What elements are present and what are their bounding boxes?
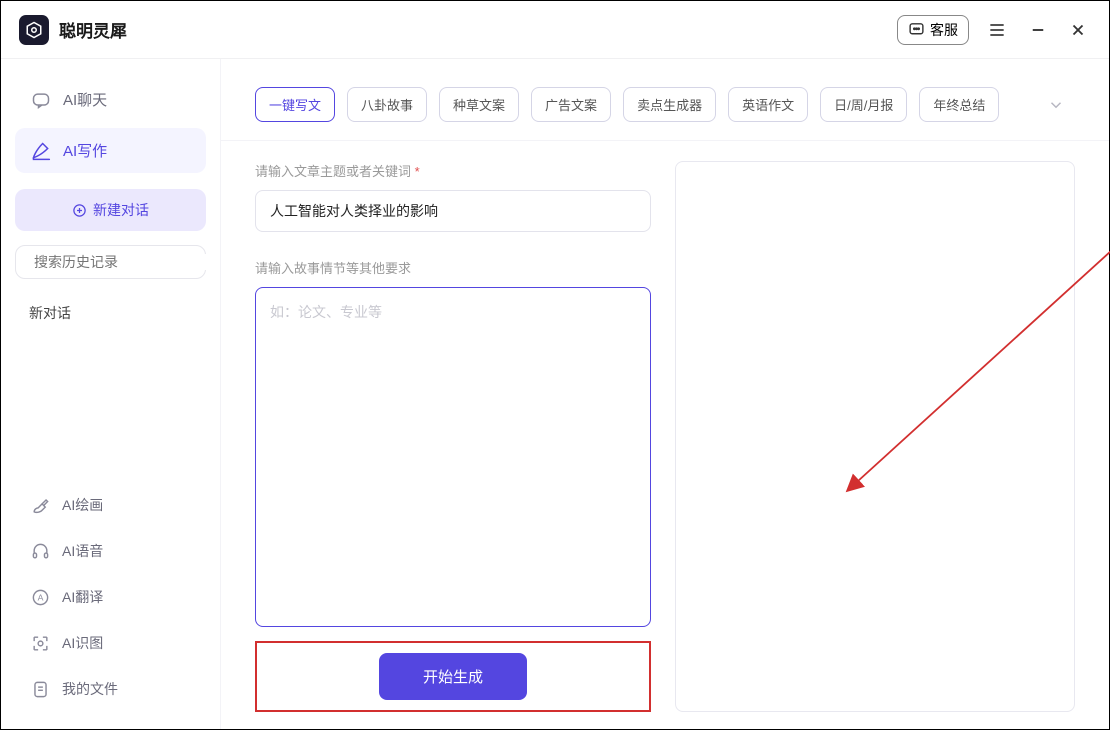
brush-icon <box>31 496 50 515</box>
svg-text:A: A <box>38 592 44 602</box>
topic-label: 请输入文章主题或者关键词 * <box>255 161 651 180</box>
image-search-icon <box>31 634 50 653</box>
sidebar-item-voice[interactable]: AI语音 <box>15 531 206 571</box>
sidebar-item-translate[interactable]: A AI翻译 <box>15 577 206 617</box>
content-area: 一键写文 八卦故事 种草文案 广告文案 卖点生成器 英语作文 日/周/月报 年终… <box>221 59 1109 729</box>
extra-label: 请输入故事情节等其他要求 <box>255 258 651 277</box>
tab-gossip-story[interactable]: 八卦故事 <box>347 87 427 122</box>
sidebar-item-label: AI聊天 <box>63 89 107 110</box>
extra-requirements-textarea[interactable] <box>255 287 651 627</box>
history-item-label: 新对话 <box>29 305 71 321</box>
pen-icon <box>31 141 51 161</box>
sidebar-item-ocr[interactable]: AI识图 <box>15 623 206 663</box>
sidebar-item-label: AI写作 <box>63 140 107 161</box>
sidebar-item-write[interactable]: AI写作 <box>15 128 206 173</box>
translate-icon: A <box>31 588 50 607</box>
tabs-expand-button[interactable] <box>1037 92 1075 118</box>
history-item[interactable]: 新对话 <box>1 293 220 333</box>
tab-one-click-write[interactable]: 一键写文 <box>255 87 335 122</box>
app-title: 聪明灵犀 <box>59 17 127 42</box>
sidebar-item-label: 我的文件 <box>62 679 118 699</box>
tab-report[interactable]: 日/周/月报 <box>820 87 907 122</box>
sidebar: AI聊天 AI写作 新建对话 新对话 AI绘画 AI语音 <box>1 59 221 729</box>
tab-year-summary[interactable]: 年终总结 <box>919 87 999 122</box>
output-panel <box>675 161 1075 712</box>
sidebar-item-label: AI识图 <box>62 633 103 653</box>
sidebar-item-chat[interactable]: AI聊天 <box>15 77 206 122</box>
chat-bubble-icon <box>908 21 925 38</box>
new-chat-label: 新建对话 <box>93 200 149 220</box>
menu-button[interactable] <box>983 16 1011 44</box>
sidebar-item-draw[interactable]: AI绘画 <box>15 485 206 525</box>
sidebar-item-files[interactable]: 我的文件 <box>15 669 206 709</box>
work-area: 请输入文章主题或者关键词 * 请输入故事情节等其他要求 开始生成 <box>221 141 1109 736</box>
search-history-wrap[interactable] <box>15 245 206 279</box>
required-indicator: * <box>415 164 420 179</box>
close-button[interactable] <box>1065 17 1091 43</box>
tab-english-essay[interactable]: 英语作文 <box>728 87 808 122</box>
headphone-icon <box>31 542 50 561</box>
app-logo <box>19 15 49 45</box>
file-icon <box>31 680 50 699</box>
support-label: 客服 <box>930 20 958 40</box>
tab-ad-copy[interactable]: 广告文案 <box>531 87 611 122</box>
menu-icon <box>987 20 1007 40</box>
new-chat-button[interactable]: 新建对话 <box>15 189 206 231</box>
chevron-down-icon <box>1047 96 1065 114</box>
generate-button[interactable]: 开始生成 <box>379 653 527 700</box>
sidebar-item-label: AI绘画 <box>62 495 103 515</box>
form-column: 请输入文章主题或者关键词 * 请输入故事情节等其他要求 开始生成 <box>255 161 651 712</box>
sidebar-item-label: AI语音 <box>62 541 103 561</box>
generate-button-highlight-box: 开始生成 <box>255 641 651 712</box>
topic-input[interactable] <box>255 190 651 232</box>
sidebar-item-label: AI翻译 <box>62 587 103 607</box>
close-icon <box>1069 21 1087 39</box>
search-history-input[interactable] <box>34 254 215 270</box>
plus-circle-icon <box>72 203 87 218</box>
chat-icon <box>31 90 51 110</box>
tab-selling-points[interactable]: 卖点生成器 <box>623 87 716 122</box>
titlebar: 聪明灵犀 客服 <box>1 1 1109 59</box>
tab-seed-copy[interactable]: 种草文案 <box>439 87 519 122</box>
template-tabs-row: 一键写文 八卦故事 种草文案 广告文案 卖点生成器 英语作文 日/周/月报 年终… <box>221 59 1109 141</box>
minimize-icon <box>1029 21 1047 39</box>
minimize-button[interactable] <box>1025 17 1051 43</box>
support-button[interactable]: 客服 <box>897 15 969 45</box>
